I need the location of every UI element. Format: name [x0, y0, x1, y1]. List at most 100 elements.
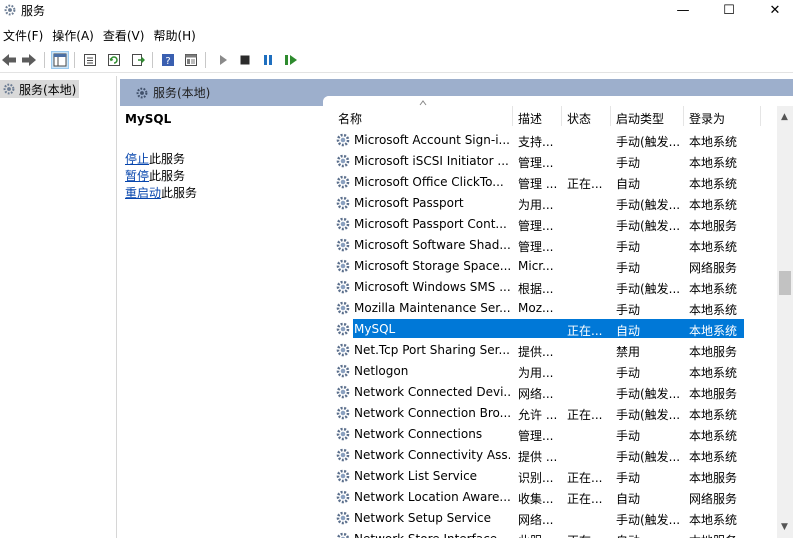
restart-service-link[interactable]: 重启动: [125, 186, 161, 200]
menu-help[interactable]: 帮助(H): [150, 24, 201, 46]
service-name-cell: MySQL: [354, 322, 396, 336]
service-row[interactable]: Microsoft Storage Space... Micr... 手动 网络服务: [323, 255, 778, 276]
service-row[interactable]: Microsoft Passport Cont... 管理... 手动(触发... 本…: [323, 213, 778, 234]
service-startup-cell: 手动: [616, 261, 641, 275]
close-button[interactable]: ✕: [752, 0, 793, 20]
service-logon-cell: 本地服务: [689, 532, 759, 538]
resume-service-icon[interactable]: [282, 51, 300, 69]
service-name-cell: Network Setup Service: [354, 511, 492, 525]
back-icon[interactable]: [0, 51, 18, 69]
service-description-cell: 收集...: [518, 492, 554, 506]
vertical-scrollbar[interactable]: ▲ ▼: [777, 106, 793, 538]
service-row[interactable]: Network Connections 管理... 手动 本地系统: [323, 423, 778, 444]
pause-service-icon[interactable]: [259, 51, 277, 69]
service-row[interactable]: Netlogon 为用... 手动 本地系统: [323, 360, 778, 381]
view-icon[interactable]: [182, 51, 200, 69]
scroll-thumb[interactable]: [779, 271, 791, 295]
service-gear-icon: [336, 490, 350, 504]
service-name-cell: Network Connections: [354, 427, 483, 441]
scroll-up-icon[interactable]: ▲: [781, 112, 788, 122]
menu-action[interactable]: 操作(A): [49, 24, 100, 46]
service-status-cell: 正在...: [567, 471, 603, 485]
service-gear-icon: [336, 427, 350, 441]
column-name[interactable]: 名称: [334, 110, 362, 127]
service-logon-cell: 本地系统: [689, 450, 738, 464]
service-name-cell: Network Connection Bro...: [354, 406, 510, 420]
service-logon-cell: 网络服务: [689, 492, 738, 506]
service-name-cell: Microsoft Software Shad...: [354, 238, 510, 252]
service-description-cell: 为用...: [518, 198, 554, 212]
stop-service-icon[interactable]: [236, 51, 254, 69]
start-service-icon[interactable]: [214, 51, 232, 69]
service-logon-cell: 本地服务: [689, 345, 738, 359]
service-name-cell: Network Store Interface ...: [354, 532, 510, 538]
service-row[interactable]: Network Setup Service 网络... 手动(触发... 本地系统: [323, 507, 778, 528]
service-row[interactable]: Microsoft Passport 为用... 手动(触发... 本地系统: [323, 192, 778, 213]
service-row[interactable]: Network Connectivity Ass... 提供 ... 手动(触发..…: [323, 444, 778, 465]
service-name-cell: Microsoft Storage Space...: [354, 259, 510, 273]
service-description-cell: 提供 ...: [518, 450, 558, 464]
menu-view[interactable]: 查看(V): [100, 24, 151, 46]
scroll-down-icon[interactable]: ▼: [781, 522, 788, 532]
selected-service-name: MySQL: [125, 112, 172, 126]
service-gear-icon: [336, 364, 350, 378]
service-name-cell: Microsoft iSCSI Initiator ...: [354, 154, 509, 168]
service-startup-cell: 手动: [616, 156, 641, 170]
export-list-icon[interactable]: [129, 51, 147, 69]
stop-service-link[interactable]: 停止: [125, 152, 149, 166]
service-startup-cell: 手动(触发...: [616, 198, 681, 212]
service-gear-icon: [336, 532, 350, 538]
action-restart: 重启动此服务: [125, 184, 197, 201]
service-startup-cell: 自动: [616, 532, 682, 538]
forward-icon[interactable]: [20, 51, 38, 69]
service-row[interactable]: MySQL 正在... 自动 本地系统: [323, 318, 778, 339]
maximize-button[interactable]: ☐: [706, 0, 752, 20]
window-title: 服务: [21, 4, 46, 18]
column-startup-type[interactable]: 启动类型: [612, 110, 664, 127]
service-gear-icon: [336, 175, 350, 189]
column-description[interactable]: 描述: [514, 110, 542, 127]
toolbar: ?: [0, 47, 793, 73]
service-description-cell: 管理...: [518, 219, 554, 233]
service-row[interactable]: Microsoft Office ClickTo... 管理 ... 正在... 自动…: [323, 171, 778, 192]
service-row[interactable]: Microsoft Windows SMS ... 根据... 手动(触发... 本地…: [323, 276, 778, 297]
service-row[interactable]: Microsoft Account Sign-i... 支持... 手动(触发...…: [323, 129, 778, 150]
action-text: 此服务: [149, 169, 186, 183]
service-row[interactable]: Network Connection Bro... 允许 ... 正在... 手动(触…: [323, 402, 778, 423]
service-startup-cell: 自动: [616, 324, 641, 338]
service-row[interactable]: Microsoft iSCSI Initiator ... 管理... 手动 本地系统: [323, 150, 778, 171]
service-gear-icon: [336, 154, 350, 168]
properties-icon[interactable]: [81, 51, 99, 69]
service-logon-cell: 本地系统: [689, 303, 738, 317]
service-gear-icon: [336, 301, 350, 315]
help-icon[interactable]: ?: [159, 51, 177, 69]
minimize-button[interactable]: —: [660, 0, 706, 20]
service-name-cell: Microsoft Windows SMS ...: [354, 280, 510, 294]
tree-item-services-local[interactable]: 服务(本地): [0, 80, 79, 98]
service-description-cell: 此服...: [518, 532, 562, 538]
service-startup-cell: 手动(触发...: [616, 513, 681, 527]
service-startup-cell: 禁用: [616, 345, 641, 359]
service-row[interactable]: Network Connected Devi... 网络... 手动(触发... 本地…: [323, 381, 778, 402]
menu-file[interactable]: 文件(F): [0, 24, 49, 46]
service-gear-icon: [336, 322, 350, 336]
service-row[interactable]: Mozilla Maintenance Ser... Moz... 手动 本地系统: [323, 297, 778, 318]
column-status[interactable]: 状态: [563, 110, 591, 127]
refresh-icon[interactable]: [105, 51, 123, 69]
service-row[interactable]: Network List Service 识别... 正在... 手动 本地服务: [323, 465, 778, 486]
service-startup-cell: 自动: [616, 177, 641, 191]
show-hide-tree-icon[interactable]: [51, 51, 69, 69]
service-startup-cell: 手动(触发...: [616, 219, 681, 233]
service-row[interactable]: Network Store Interface ... 此服... 正在... 自动 本…: [323, 528, 778, 538]
service-startup-cell: 手动(触发...: [616, 387, 681, 401]
service-logon-cell: 本地系统: [689, 156, 738, 170]
service-row[interactable]: Net.Tcp Port Sharing Ser... 提供... 禁用 本地服务: [323, 339, 778, 360]
service-logon-cell: 网络服务: [689, 261, 738, 275]
service-row[interactable]: Microsoft Software Shad... 管理... 手动 本地系统: [323, 234, 778, 255]
title-bar: 服务 — ☐ ✕: [0, 0, 793, 20]
service-startup-cell: 手动: [616, 240, 641, 254]
column-logon-as[interactable]: 登录为: [685, 110, 725, 127]
column-header-row: 名称 描述 状态 启动类型 登录为: [323, 96, 778, 128]
service-row[interactable]: Network Location Aware... 收集... 正在... 自动 网络服…: [323, 486, 778, 507]
pause-service-link[interactable]: 暂停: [125, 169, 149, 183]
